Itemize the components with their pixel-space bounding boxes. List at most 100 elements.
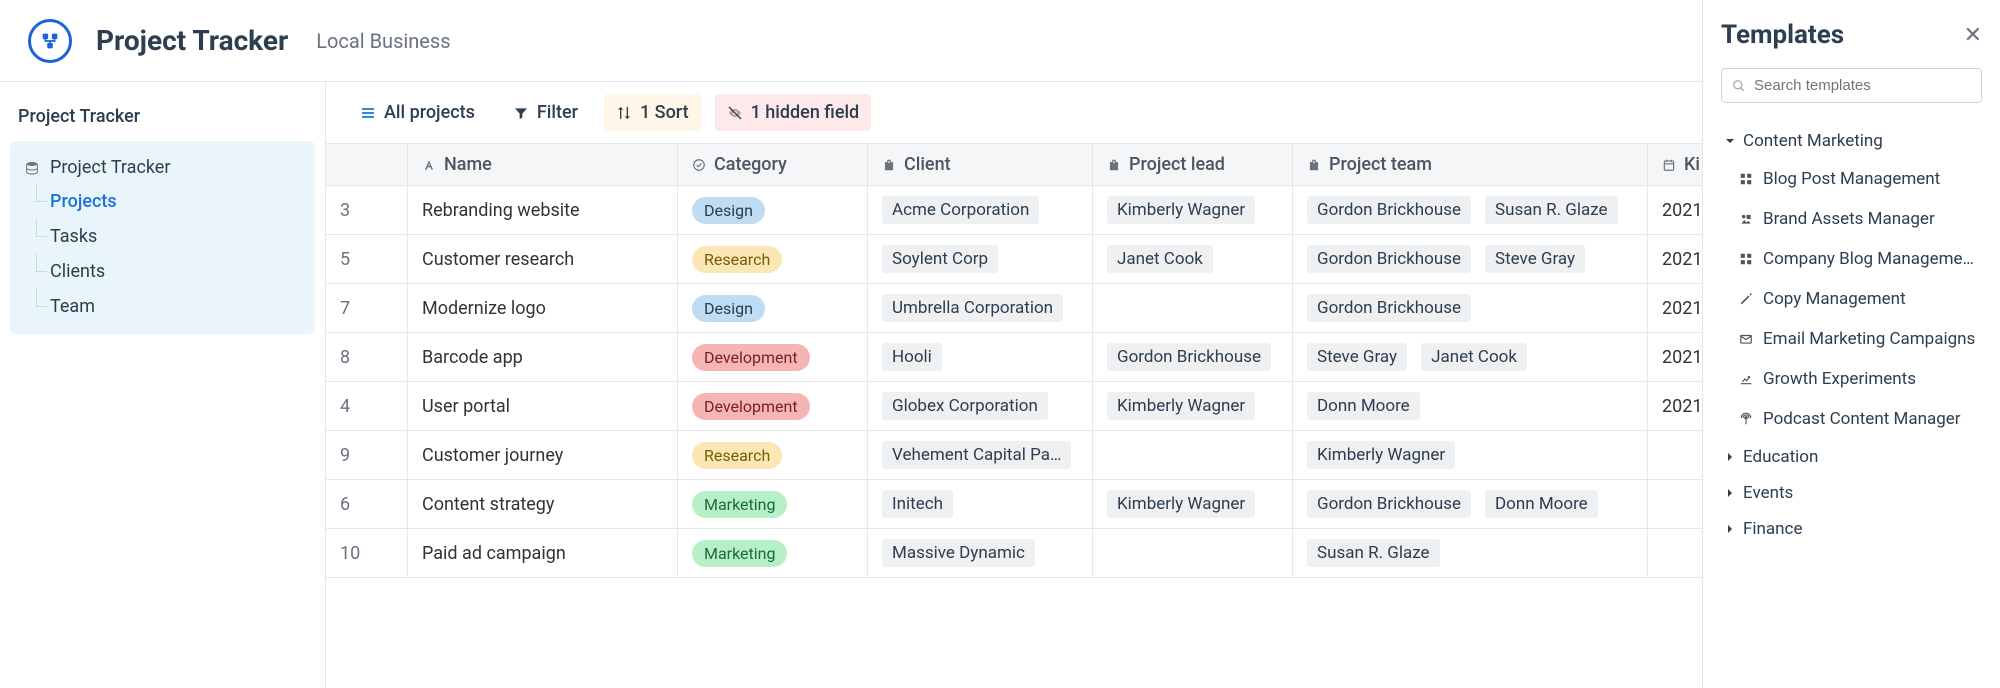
link-icon <box>882 158 896 172</box>
col-name[interactable]: Name <box>408 144 678 185</box>
sidebar-title: Project Tracker <box>10 100 315 141</box>
eye-off-icon <box>727 105 743 121</box>
cell-lead: Kimberly Wagner <box>1093 480 1293 528</box>
templates-search[interactable] <box>1721 68 1982 103</box>
all-projects-button[interactable]: All projects <box>348 94 487 131</box>
chevron-right-icon <box>1725 488 1735 498</box>
tree-item-tasks[interactable]: Tasks <box>10 219 315 254</box>
template-item[interactable]: Podcast Content Manager <box>1721 399 1982 439</box>
cell-team: Susan R. Glaze <box>1293 529 1648 577</box>
cell-lead: Janet Cook <box>1093 235 1293 283</box>
col-lead[interactable]: Project lead <box>1093 144 1293 185</box>
tree-item-clients[interactable]: Clients <box>10 254 315 289</box>
app-title: Project Tracker <box>96 24 288 57</box>
cell-team: Gordon BrickhouseDonn Moore <box>1293 480 1648 528</box>
cell-category: Design <box>678 186 868 234</box>
cell-category: Design <box>678 284 868 332</box>
cell-team: Gordon BrickhouseSusan R. Glaze <box>1293 186 1648 234</box>
cell-client: Acme Corporation <box>868 186 1093 234</box>
app-subtitle: Local Business <box>316 29 450 53</box>
cell-name: Rebranding website <box>408 186 678 234</box>
cell-id: 6 <box>326 480 408 528</box>
app-header: Project Tracker Local Business Use this … <box>0 0 2000 82</box>
template-item[interactable]: Growth Experiments <box>1721 359 1982 399</box>
select-icon <box>692 158 706 172</box>
sort-button[interactable]: 1 Sort <box>604 94 701 131</box>
cell-team: Donn Moore <box>1293 382 1648 430</box>
col-client[interactable]: Client <box>868 144 1093 185</box>
cell-client: Umbrella Corporation <box>868 284 1093 332</box>
cell-lead: Gordon Brickhouse <box>1093 333 1293 381</box>
chevron-down-icon <box>1725 136 1735 146</box>
tree-item-team[interactable]: Team <box>10 289 315 324</box>
link-icon <box>1107 158 1121 172</box>
category-finance[interactable]: Finance <box>1721 511 1982 547</box>
cell-client: Soylent Corp <box>868 235 1093 283</box>
cell-lead: Kimberly Wagner <box>1093 382 1293 430</box>
database-icon <box>24 160 40 176</box>
cell-lead <box>1093 284 1293 332</box>
cell-id: 10 <box>326 529 408 577</box>
cell-lead <box>1093 529 1293 577</box>
tree-root[interactable]: Project Tracker <box>10 151 315 184</box>
cell-team: Gordon BrickhouseSteve Gray <box>1293 235 1648 283</box>
cell-name: Customer journey <box>408 431 678 479</box>
cell-client: Globex Corporation <box>868 382 1093 430</box>
cell-id: 7 <box>326 284 408 332</box>
col-id[interactable] <box>326 144 408 185</box>
category-content-marketing[interactable]: Content Marketing <box>1721 123 1982 159</box>
cell-name: Modernize logo <box>408 284 678 332</box>
cell-category: Development <box>678 333 868 381</box>
cell-team: Steve GrayJanet Cook <box>1293 333 1648 381</box>
cell-category: Research <box>678 431 868 479</box>
templates-search-input[interactable] <box>1754 77 1971 94</box>
template-item[interactable]: Brand Assets Manager <box>1721 199 1982 239</box>
template-item[interactable]: Blog Post Management <box>1721 159 1982 199</box>
cell-name: Customer research <box>408 235 678 283</box>
cell-name: User portal <box>408 382 678 430</box>
cell-client: Hooli <box>868 333 1093 381</box>
col-category[interactable]: Category <box>678 144 868 185</box>
template-item[interactable]: Copy Management <box>1721 279 1982 319</box>
cell-id: 9 <box>326 431 408 479</box>
cell-team: Gordon Brickhouse <box>1293 284 1648 332</box>
cell-client: Vehement Capital Pa… <box>868 431 1093 479</box>
hidden-field-button[interactable]: 1 hidden field <box>715 94 872 131</box>
panel-title: Templates <box>1721 20 1844 50</box>
search-icon <box>1732 79 1746 93</box>
templates-panel: Templates ✕ Content MarketingBlog Post M… <box>1702 0 2000 688</box>
category-education[interactable]: Education <box>1721 439 1982 475</box>
cell-team: Kimberly Wagner <box>1293 431 1648 479</box>
text-icon <box>422 158 436 172</box>
cell-lead <box>1093 431 1293 479</box>
template-item[interactable]: Email Marketing Campaigns <box>1721 319 1982 359</box>
cell-id: 8 <box>326 333 408 381</box>
cell-id: 4 <box>326 382 408 430</box>
left-sidebar: Project Tracker Project Tracker Projects… <box>0 82 326 688</box>
col-team[interactable]: Project team <box>1293 144 1648 185</box>
cell-category: Research <box>678 235 868 283</box>
sort-icon <box>616 105 632 121</box>
filter-button[interactable]: Filter <box>501 94 590 131</box>
tree-item-projects[interactable]: Projects <box>10 184 315 219</box>
cell-name: Barcode app <box>408 333 678 381</box>
filter-icon <box>513 105 529 121</box>
cell-lead: Kimberly Wagner <box>1093 186 1293 234</box>
chevron-right-icon <box>1725 524 1735 534</box>
cell-name: Paid ad campaign <box>408 529 678 577</box>
tree-root-label: Project Tracker <box>50 157 170 178</box>
list-icon <box>360 105 376 121</box>
calendar-icon <box>1662 158 1676 172</box>
cell-id: 3 <box>326 186 408 234</box>
cell-client: Initech <box>868 480 1093 528</box>
cell-category: Marketing <box>678 529 868 577</box>
cell-category: Development <box>678 382 868 430</box>
cell-client: Massive Dynamic <box>868 529 1093 577</box>
category-events[interactable]: Events <box>1721 475 1982 511</box>
app-logo <box>28 19 72 63</box>
cell-id: 5 <box>326 235 408 283</box>
cell-category: Marketing <box>678 480 868 528</box>
chevron-right-icon <box>1725 452 1735 462</box>
template-item[interactable]: Company Blog Manageme… <box>1721 239 1982 279</box>
close-icon[interactable]: ✕ <box>1964 23 1982 48</box>
